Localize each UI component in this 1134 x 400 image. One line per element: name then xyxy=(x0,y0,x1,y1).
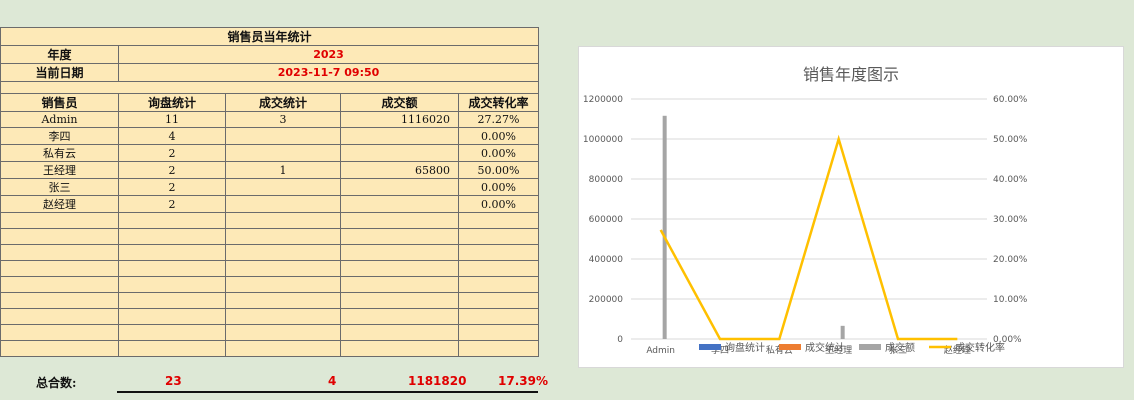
y-right-tick-label: 60.00% xyxy=(993,95,1028,105)
cell-inquiries[interactable]: 11 xyxy=(118,111,226,128)
cell-rate[interactable]: 0.00% xyxy=(457,195,540,213)
table-row: 私有云 2 0.00% xyxy=(0,144,540,162)
date-label: 当前日期 xyxy=(0,63,119,82)
cell-amount[interactable] xyxy=(340,144,459,162)
cell-deals[interactable] xyxy=(225,127,341,145)
cell-deals[interactable]: 3 xyxy=(225,111,341,128)
empty-row xyxy=(0,260,540,277)
y-right-tick-label: 30.00% xyxy=(993,215,1028,225)
cell-salesperson[interactable]: 王经理 xyxy=(0,161,119,179)
header-amount: 成交额 xyxy=(340,93,459,112)
cell-rate[interactable]: 0.00% xyxy=(457,127,540,145)
table-row: Admin 11 3 1116020 27.27% xyxy=(0,111,540,128)
legend-label: 成交统计 xyxy=(805,341,845,354)
bar-成交额 xyxy=(662,115,667,340)
totals-label: 总合数: xyxy=(36,376,77,390)
empty-row xyxy=(0,324,540,341)
line-成交转化率 xyxy=(659,134,958,341)
cell-salesperson[interactable]: 张三 xyxy=(0,178,119,196)
cell-amount[interactable]: 65800 xyxy=(340,161,459,179)
empty-row xyxy=(0,340,540,357)
legend-label: 成交额 xyxy=(885,341,915,354)
legend-label: 成交转化率 xyxy=(955,341,1005,354)
cell-amount[interactable]: 1116020 xyxy=(340,111,459,128)
cell-salesperson[interactable]: Admin xyxy=(0,111,119,128)
cell-rate[interactable]: 0.00% xyxy=(457,144,540,162)
y-left-tick-label: 1000000 xyxy=(583,135,623,145)
totals-underline xyxy=(117,391,538,393)
empty-row xyxy=(0,292,540,309)
bar-成交额 xyxy=(840,325,845,339)
table-row: 王经理 2 1 65800 50.00% xyxy=(0,161,540,179)
total-deals: 4 xyxy=(328,374,337,388)
legend-label: 询盘统计 xyxy=(725,341,765,354)
sales-chart[interactable]: 销售年度图示 0 200000 400000 600000 800000 1000000 1… xyxy=(578,46,1124,368)
legend-swatch xyxy=(859,344,881,350)
statistics-sheet: 销售员当年统计 年度 2023 当前日期 2023-11-7 09:50 销售员… xyxy=(0,27,540,357)
header-deals: 成交统计 xyxy=(225,93,341,112)
y-left-tick-label: 400000 xyxy=(589,255,624,265)
x-tick-label: Admin xyxy=(646,346,675,356)
cell-rate[interactable]: 50.00% xyxy=(457,161,540,179)
cell-amount[interactable] xyxy=(340,195,459,213)
header-inquiries: 询盘统计 xyxy=(118,93,226,112)
cell-inquiries[interactable]: 2 xyxy=(118,144,226,162)
year-value[interactable]: 2023 xyxy=(117,45,540,64)
empty-row xyxy=(0,276,540,293)
year-label: 年度 xyxy=(0,45,119,64)
table-row: 张三 2 0.00% xyxy=(0,178,540,196)
date-value[interactable]: 2023-11-7 09:50 xyxy=(117,63,540,82)
empty-row xyxy=(0,212,540,229)
cell-salesperson[interactable]: 李四 xyxy=(0,127,119,145)
table-row: 李四 4 0.00% xyxy=(0,127,540,145)
total-amount: 1181820 xyxy=(408,374,467,388)
cell-amount[interactable] xyxy=(340,127,459,145)
sheet-title: 销售员当年统计 xyxy=(0,27,540,46)
cell-amount[interactable] xyxy=(340,178,459,196)
y-left-tick-label: 1200000 xyxy=(583,95,623,105)
empty-row xyxy=(0,308,540,325)
totals-row: 总合数: 23 4 1181820 17.39% xyxy=(0,372,548,393)
cell-salesperson[interactable]: 赵经理 xyxy=(0,195,119,213)
cell-salesperson[interactable]: 私有云 xyxy=(0,144,119,162)
header-conversion-rate: 成交转化率 xyxy=(457,93,540,112)
spacer-row xyxy=(0,81,540,94)
chart-canvas: 0200000400000600000800000100000012000000… xyxy=(583,95,1028,356)
cell-inquiries[interactable]: 4 xyxy=(118,127,226,145)
y-left-tick-label: 0 xyxy=(617,335,623,345)
cell-deals[interactable] xyxy=(225,144,341,162)
cell-inquiries[interactable]: 2 xyxy=(118,161,226,179)
y-right-tick-label: 10.00% xyxy=(993,295,1028,305)
empty-row xyxy=(0,244,540,261)
header-salesperson: 销售员 xyxy=(0,93,119,112)
legend-swatch xyxy=(779,344,801,350)
y-left-tick-label: 800000 xyxy=(589,175,624,185)
table-row: 赵经理 2 0.00% xyxy=(0,195,540,213)
total-rate: 17.39% xyxy=(498,374,548,388)
cell-deals[interactable] xyxy=(225,195,341,213)
y-left-tick-label: 600000 xyxy=(589,215,624,225)
y-right-tick-label: 40.00% xyxy=(993,175,1028,185)
cell-rate[interactable]: 27.27% xyxy=(457,111,540,128)
total-inquiries: 23 xyxy=(165,374,182,388)
y-left-tick-label: 200000 xyxy=(589,295,624,305)
cell-inquiries[interactable]: 2 xyxy=(118,195,226,213)
cell-deals[interactable]: 1 xyxy=(225,161,341,179)
cell-deals[interactable] xyxy=(225,178,341,196)
y-right-tick-label: 20.00% xyxy=(993,255,1028,265)
empty-row xyxy=(0,228,540,245)
legend-swatch xyxy=(699,344,721,350)
cell-rate[interactable]: 0.00% xyxy=(457,178,540,196)
sales-table: 销售员当年统计 年度 2023 当前日期 2023-11-7 09:50 销售员… xyxy=(0,27,540,357)
y-right-tick-label: 50.00% xyxy=(993,135,1028,145)
cell-inquiries[interactable]: 2 xyxy=(118,178,226,196)
